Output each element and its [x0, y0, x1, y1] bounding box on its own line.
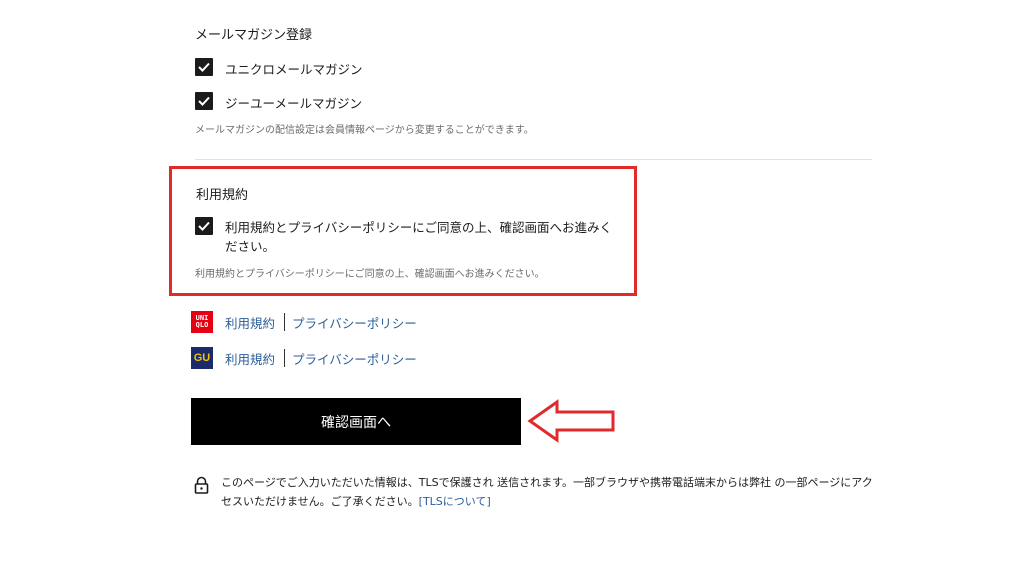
terms-agree-label: 利用規約とプライバシーポリシーにご同意の上、確認画面へお進みください。 — [225, 220, 613, 254]
uniqlo-terms-link[interactable]: 利用規約 — [225, 313, 275, 332]
link-separator — [284, 349, 285, 367]
tls-about-link[interactable]: [TLSについて] — [419, 495, 491, 508]
uniqlo-logo: UNI QLO — [191, 311, 213, 333]
lock-icon — [194, 476, 209, 494]
gu-newsletter-checkbox[interactable] — [195, 92, 213, 110]
gu-newsletter-label: ジーユーメールマガジン — [225, 96, 363, 111]
gu-logo: GU — [191, 347, 213, 369]
registration-form-page: メールマガジン登録 ユニクロメールマガジン ジーユーメールマガジン メールマガジ… — [0, 0, 1024, 565]
gu-privacy-link[interactable]: プライバシーポリシー — [292, 349, 417, 368]
terms-section-title: 利用規約 — [196, 188, 249, 203]
gu-terms-link[interactable]: 利用規約 — [225, 349, 275, 368]
left-arrow-annotation-icon — [527, 399, 615, 443]
tls-notice-text: このページでご入力いただいた情報は、TLSで保護され 送信されます。一部ブラウザ… — [221, 476, 873, 508]
checkmark-icon — [198, 62, 210, 72]
uniqlo-privacy-link[interactable]: プライバシーポリシー — [292, 313, 417, 332]
checkmark-icon — [198, 96, 210, 106]
newsletter-note: メールマガジンの配信設定は会員情報ページから変更することができます。 — [195, 125, 534, 136]
section-divider — [195, 159, 872, 160]
confirm-button[interactable]: 確認画面へ — [191, 398, 521, 445]
newsletter-section-title: メールマガジン登録 — [195, 28, 313, 43]
uniqlo-newsletter-checkbox[interactable] — [195, 58, 213, 76]
terms-note: 利用規約とプライバシーポリシーにご同意の上、確認画面へお進みください。 — [195, 269, 545, 280]
terms-agree-checkbox[interactable] — [195, 217, 213, 235]
tls-notice: このページでご入力いただいた情報は、TLSで保護され 送信されます。一部ブラウザ… — [221, 473, 881, 511]
uniqlo-newsletter-label: ユニクロメールマガジン — [225, 62, 363, 77]
link-separator — [284, 313, 285, 331]
checkmark-icon — [198, 221, 210, 231]
